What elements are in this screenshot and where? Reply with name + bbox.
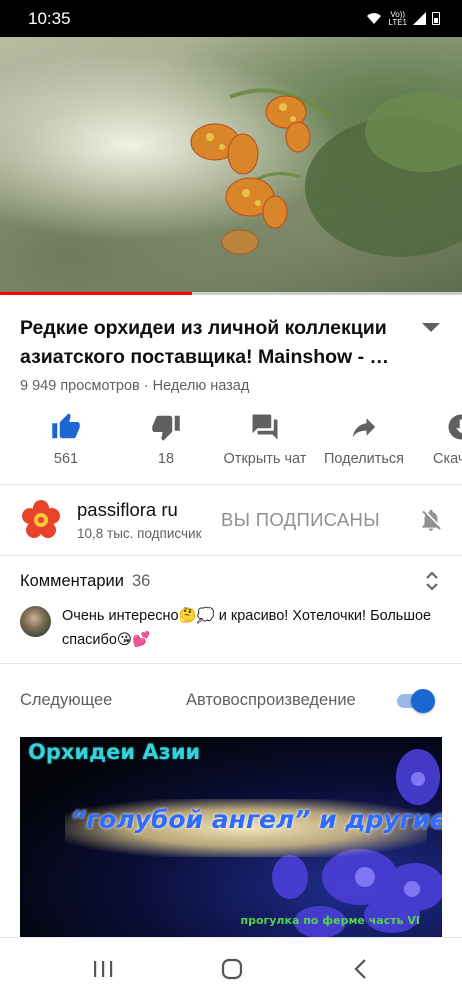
dislike-count: 18 (157, 451, 175, 467)
home-icon[interactable] (220, 958, 244, 980)
subscribed-button[interactable]: ВЫ ПОДПИСАНЫ (221, 509, 380, 531)
share-icon (352, 418, 376, 437)
autoplay-label: Автовоспроизведение (186, 691, 356, 709)
dislike-button[interactable]: 18 (130, 410, 202, 467)
open-chat-label: Открыть чат (223, 451, 307, 467)
share-button[interactable]: Поделиться (320, 410, 408, 467)
video-progress-fill (0, 292, 192, 295)
network-label: Vo)) LTE1 (388, 9, 407, 27)
download-icon (448, 414, 462, 440)
chat-icon (252, 414, 278, 440)
status-icons: Vo)) LTE1 (366, 9, 440, 27)
thumbnail-title: Орхидеи Азии (28, 740, 201, 764)
notifications-off-icon[interactable] (418, 506, 444, 534)
like-button[interactable]: 561 (28, 410, 104, 467)
divider (0, 484, 462, 485)
video-player[interactable] (0, 37, 462, 295)
comments-count: 36 (131, 572, 151, 590)
signal-icon (413, 12, 426, 25)
comments-header[interactable]: Комментарии 36 (20, 572, 150, 591)
video-frame-orchid (190, 88, 462, 257)
system-nav-bar (0, 937, 462, 1000)
autoplay-toggle[interactable] (395, 689, 437, 713)
video-progress-bar[interactable] (0, 292, 462, 295)
divider (0, 663, 462, 664)
channel-subscribers: 10,8 тыс. подписчиков (77, 526, 202, 541)
video-meta: 9 949 просмотров · Неделю назад (20, 378, 250, 394)
thumbnail-headline: “голубой ангел” и другие (70, 805, 442, 834)
next-video-thumbnail[interactable]: Орхидеи Азии “голубой ангел” и другие пр… (20, 737, 442, 937)
autoplay-toggle-knob (411, 689, 435, 713)
open-chat-button[interactable]: Открыть чат (219, 410, 311, 467)
wifi-icon (367, 13, 382, 24)
top-comment-text[interactable]: Очень интересно🤔💭 и красиво! Хотелочки! … (62, 604, 442, 652)
recent-apps-icon[interactable] (92, 958, 114, 980)
share-label: Поделиться (323, 451, 405, 467)
channel-avatar[interactable] (21, 500, 61, 540)
battery-icon (432, 12, 440, 25)
like-count: 561 (53, 451, 79, 467)
expand-description-icon[interactable] (422, 323, 440, 332)
channel-row[interactable]: passiflora ru 10,8 тыс. подписчиков ВЫ П… (0, 496, 462, 546)
status-time: 10:35 (28, 8, 71, 28)
up-next-label: Следующее (20, 691, 113, 709)
download-label: Скача (433, 451, 462, 467)
video-title: Редкие орхидеи из личной коллекции азиат… (20, 317, 390, 368)
comments-title: Комментарии (20, 572, 124, 590)
like-icon (52, 413, 80, 439)
dislike-icon (152, 415, 180, 441)
comment-author-avatar[interactable] (20, 606, 51, 637)
unfold-icon[interactable] (423, 569, 441, 593)
thumbnail-subtitle: прогулка по ферме часть VI (240, 914, 420, 927)
back-icon[interactable] (352, 958, 370, 980)
action-bar: 561 18 Открыть чат Поделиться Скач (0, 410, 462, 472)
status-bar: 10:35 Vo)) LTE1 (0, 0, 462, 37)
download-button[interactable]: Скача (430, 410, 462, 467)
channel-name[interactable]: passiflora ru (77, 499, 178, 521)
video-details[interactable]: Редкие орхидеи из личной коллекции азиат… (20, 314, 446, 372)
divider (0, 555, 462, 556)
